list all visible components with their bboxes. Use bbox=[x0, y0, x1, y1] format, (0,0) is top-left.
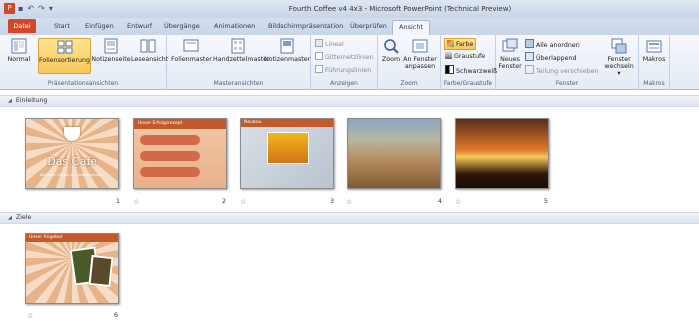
chevron-down-icon: ▾ bbox=[617, 70, 621, 77]
redo-icon[interactable]: ↷ bbox=[38, 4, 45, 13]
group-label: Zoom bbox=[400, 80, 418, 87]
slide-number: 5 bbox=[544, 198, 549, 205]
slide-subtitle: Wir laden Sie ein zu unserer neuen... bbox=[39, 173, 105, 177]
group-presentation-views: Normal Foliensortierung Notizenseite Les… bbox=[0, 35, 168, 89]
grayscale-button[interactable]: Graustufe bbox=[445, 52, 485, 60]
slide-thumbnail[interactable] bbox=[347, 118, 441, 189]
tab-transitions[interactable]: Übergänge bbox=[164, 22, 200, 30]
tab-animations[interactable]: Animationen bbox=[214, 22, 255, 30]
reading-view-button[interactable]: Leseansicht bbox=[131, 38, 168, 63]
slide-thumbnail[interactable]: Unser Erfolgsrezept bbox=[133, 118, 227, 189]
tab-design[interactable]: Entwurf bbox=[127, 22, 152, 30]
normal-view-icon bbox=[11, 38, 27, 54]
customize-icon[interactable]: ▾ bbox=[49, 4, 53, 13]
slide-number: 1 bbox=[116, 198, 121, 205]
slide-thumbnail[interactable] bbox=[455, 118, 549, 189]
powerpoint-app-icon[interactable]: P bbox=[4, 3, 15, 14]
gridlines-checkbox[interactable]: Gitternetzlinien bbox=[315, 52, 374, 61]
tab-slideshow[interactable]: Bildschirmpräsentation bbox=[268, 22, 343, 30]
save-icon[interactable]: ▪ bbox=[18, 4, 23, 13]
transition-icon[interactable]: ☆ bbox=[455, 198, 461, 206]
group-color-grayscale: Farbe Graustufe Schwarzweiß Farbe/Graust… bbox=[441, 35, 497, 89]
transition-icon[interactable]: ☆ bbox=[27, 312, 33, 320]
macros-button[interactable]: Makros bbox=[641, 38, 667, 63]
quick-access-toolbar: ▪ ↶ ↷ ▾ bbox=[18, 4, 53, 13]
slide-title: Das Café bbox=[46, 155, 98, 168]
notes-master-button[interactable]: Notizenmaster bbox=[264, 38, 310, 63]
group-label: Anzeigen bbox=[330, 80, 358, 87]
notes-page-button[interactable]: Notizenseite bbox=[91, 38, 131, 63]
slide-thumbnail[interactable]: Unser Angebot bbox=[25, 233, 119, 304]
tab-insert[interactable]: Einfügen bbox=[85, 22, 114, 30]
slide-sorter-button[interactable]: Foliensortierung bbox=[38, 38, 91, 74]
switch-windows-button[interactable]: Fenster wechseln ▾ bbox=[602, 38, 636, 77]
section-header-ziele[interactable]: ◢ Ziele bbox=[0, 212, 699, 224]
slide-master-button[interactable]: Folienmaster bbox=[171, 38, 212, 63]
collapse-triangle-icon[interactable]: ◢ bbox=[8, 96, 12, 106]
group-label: Masteransichten bbox=[213, 80, 264, 87]
handout-master-button[interactable]: Handzettelmaster bbox=[213, 38, 270, 63]
tab-file[interactable]: Datei bbox=[8, 19, 36, 33]
fit-window-icon bbox=[412, 39, 428, 53]
switch-windows-icon bbox=[611, 38, 627, 54]
group-label: Fenster bbox=[555, 80, 579, 87]
slide-master-icon bbox=[183, 39, 199, 52]
window-title: Fourth Coffee v4 4x3 - Microsoft PowerPo… bbox=[288, 5, 512, 13]
undo-icon[interactable]: ↶ bbox=[27, 4, 34, 13]
group-zoom: Zoom An Fenster anpassen Zoom bbox=[378, 35, 441, 89]
new-window-icon bbox=[502, 38, 518, 52]
slide-sorter-pane[interactable]: ◢ Einleitung Das Café Wir laden Sie ein z… bbox=[0, 90, 699, 322]
reading-view-icon bbox=[140, 39, 156, 53]
zoom-button[interactable]: Zoom bbox=[381, 38, 401, 63]
slide-title: Neubau bbox=[244, 120, 262, 125]
slide-number: 4 bbox=[438, 198, 443, 205]
slide-thumbnail[interactable]: Neubau bbox=[240, 118, 334, 189]
magnifier-icon bbox=[384, 39, 399, 54]
slide-thumbnail[interactable]: Das Café Wir laden Sie ein zu unserer ne… bbox=[25, 118, 119, 189]
cascade-button[interactable]: Überlappend bbox=[525, 52, 577, 62]
slide-title: Unser Erfolgsrezept bbox=[138, 121, 183, 126]
group-label: Farbe/Graustufe bbox=[443, 80, 493, 87]
group-show: Lineal Gitternetzlinien Führungslinien A… bbox=[311, 35, 378, 89]
tab-home[interactable]: Start bbox=[54, 22, 70, 30]
ruler-checkbox[interactable]: Lineal bbox=[315, 39, 344, 48]
collapse-triangle-icon[interactable]: ◢ bbox=[8, 213, 12, 223]
slide-title: Unser Angebot bbox=[29, 235, 63, 240]
slide-sorter-icon bbox=[57, 40, 72, 54]
normal-view-button[interactable]: Normal bbox=[2, 38, 36, 63]
transition-icon[interactable]: ☆ bbox=[346, 198, 352, 206]
group-label: Makros bbox=[643, 80, 665, 87]
slide-number: 3 bbox=[330, 198, 335, 205]
transition-icon[interactable]: ☆ bbox=[133, 198, 139, 206]
transition-icon[interactable]: ☆ bbox=[240, 198, 246, 206]
group-macros: Makros Makros bbox=[639, 35, 670, 89]
group-master-views: Folienmaster Handzettelmaster Notizenmas… bbox=[167, 35, 311, 89]
fit-to-window-button[interactable]: An Fenster anpassen bbox=[402, 38, 438, 70]
slide-number: 6 bbox=[114, 312, 119, 319]
macros-icon bbox=[646, 40, 662, 53]
arrange-all-button[interactable]: Alle anordnen bbox=[525, 39, 580, 49]
move-split-button[interactable]: Teilung verschieben bbox=[525, 65, 599, 75]
title-bar: P ▪ ↶ ↷ ▾ Fourth Coffee v4 4x3 - Microso… bbox=[0, 0, 699, 18]
ribbon: Normal Foliensortierung Notizenseite Les… bbox=[0, 35, 699, 90]
coffee-cup-icon bbox=[64, 127, 80, 141]
ribbon-tabs: Datei Start Einfügen Entwurf Übergänge A… bbox=[0, 18, 699, 37]
guides-checkbox[interactable]: Führungslinien bbox=[315, 65, 371, 74]
slide-number: 2 bbox=[222, 198, 227, 205]
new-window-button[interactable]: Neues Fenster bbox=[498, 38, 522, 70]
handout-master-icon bbox=[231, 38, 245, 54]
notes-master-icon bbox=[280, 38, 293, 54]
group-window: Neues Fenster Alle anordnen Überlappend … bbox=[496, 35, 639, 89]
black-white-button[interactable]: Schwarzweiß bbox=[445, 65, 497, 75]
notes-page-icon bbox=[104, 38, 118, 54]
tab-review[interactable]: Überprüfen bbox=[350, 22, 387, 30]
section-header-einleitung[interactable]: ◢ Einleitung bbox=[0, 95, 699, 107]
group-label: Präsentationsansichten bbox=[47, 80, 119, 87]
color-button[interactable]: Farbe bbox=[444, 38, 477, 50]
